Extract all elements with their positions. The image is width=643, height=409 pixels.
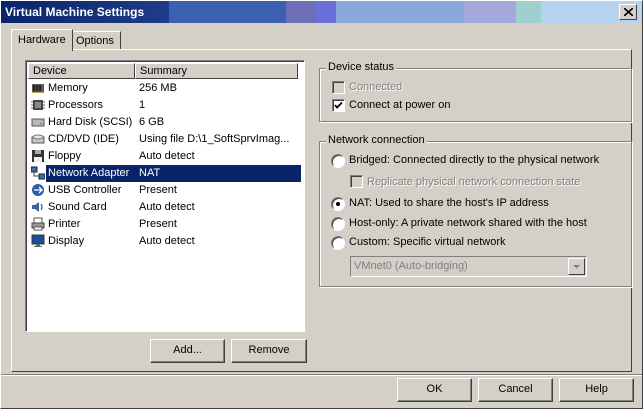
title-bar-strip (316, 1, 336, 23)
connect-at-power-on-label: Connect at power on (349, 99, 451, 111)
floppy-icon (32, 150, 44, 162)
device-name: Hard Disk (SCSI) (48, 116, 133, 128)
radio-custom[interactable] (331, 236, 345, 250)
device-summary: 6 GB (139, 116, 165, 128)
device-name: Memory (48, 82, 88, 94)
device-summary: Auto detect (139, 150, 195, 162)
tab-options[interactable]: Options (69, 31, 121, 50)
device-name: Processors (48, 99, 104, 111)
device-row-sound-card[interactable]: Sound Card Auto detect (28, 199, 300, 216)
device-summary: 1 (139, 99, 146, 111)
checkmark-icon (334, 101, 343, 109)
vm-settings-window: Virtual Machine Settings Hardware Option… (0, 0, 643, 409)
memory-icon (32, 84, 44, 93)
close-button[interactable] (619, 4, 637, 20)
add-device-button-label: Add... (173, 344, 202, 356)
network-connection-group: Network connection Bridged: Connected di… (319, 134, 632, 287)
title-bar-strip (286, 1, 316, 23)
connect-at-power-on-checkbox[interactable] (332, 99, 345, 112)
help-button[interactable]: Help (559, 378, 634, 402)
device-row-usb-controller[interactable]: USB Controller Present (28, 182, 300, 199)
radio-selected-dot (336, 202, 340, 206)
connected-label: Connected (349, 81, 403, 93)
close-icon (622, 7, 634, 17)
radio-host-only-label: Host-only: A private network shared with… (349, 217, 587, 229)
radio-bridged[interactable] (331, 154, 345, 168)
custom-network-select-value: VMnet0 (Auto-bridging) (354, 260, 468, 272)
radio-custom-label: Custom: Specific virtual network (349, 236, 506, 248)
replicate-state-checkbox[interactable] (350, 175, 363, 188)
device-row-floppy[interactable]: Floppy Auto detect (28, 148, 300, 165)
device-summary: Auto detect (139, 201, 195, 213)
device-name: USB Controller (48, 184, 122, 196)
tab-hardware[interactable]: Hardware (11, 29, 73, 51)
device-summary: Using file D:\1_SoftSprvImag... (139, 133, 290, 145)
device-row-cd-dvd[interactable]: CD/DVD (IDE) Using file D:\1_SoftSprvIma… (28, 131, 300, 148)
title-bar-strip (516, 1, 541, 23)
device-row-printer[interactable]: Printer Present (28, 216, 300, 233)
sound-card-icon (32, 202, 43, 212)
device-status-group: Device status Connected Connect at power… (319, 61, 632, 122)
device-name: Printer (48, 218, 81, 230)
device-list[interactable]: Device Summary Memory 256 MB Processors … (25, 60, 305, 332)
device-row-hard-disk[interactable]: Hard Disk (SCSI) 6 GB (28, 114, 300, 131)
add-device-button[interactable]: Add... (150, 339, 225, 363)
device-name: Floppy (48, 150, 82, 162)
printer-icon (31, 217, 45, 231)
cd-dvd-icon (31, 134, 45, 144)
network-adapter-icon (31, 166, 45, 180)
remove-device-button[interactable]: Remove (231, 339, 307, 363)
usb-icon (32, 184, 44, 196)
replicate-state-label: Replicate physical network connection st… (367, 176, 581, 188)
device-row-network-adapter[interactable]: Network Adapter NAT (28, 165, 301, 182)
device-summary: NAT (135, 165, 301, 182)
device-summary: Auto detect (139, 235, 195, 247)
custom-network-select[interactable]: VMnet0 (Auto-bridging) (350, 256, 587, 277)
connected-checkbox[interactable] (332, 81, 345, 94)
tab-hardware-label: Hardware (18, 34, 66, 46)
device-list-header: Device Summary (28, 63, 300, 79)
hard-disk-icon (31, 118, 45, 127)
device-row-processors[interactable]: Processors 1 (28, 97, 300, 114)
radio-bridged-label: Bridged: Connected directly to the physi… (349, 154, 600, 166)
ok-button[interactable]: OK (397, 378, 472, 402)
title-bar-strip (464, 1, 516, 23)
processor-icon (31, 100, 45, 110)
radio-nat[interactable] (331, 197, 345, 211)
title-bar[interactable]: Virtual Machine Settings (1, 1, 642, 23)
device-name: Network Adapter (46, 165, 139, 182)
display-icon (31, 234, 45, 247)
tab-options-label: Options (76, 35, 114, 47)
cancel-button-label: Cancel (498, 383, 533, 395)
device-name: CD/DVD (IDE) (48, 133, 119, 145)
chevron-down-icon (573, 265, 580, 269)
cancel-button[interactable]: Cancel (478, 378, 553, 402)
device-name: Display (48, 235, 85, 247)
window-title: Virtual Machine Settings (5, 5, 145, 19)
title-bar-strip (169, 1, 286, 23)
device-summary: Present (139, 218, 177, 230)
device-row-memory[interactable]: Memory 256 MB (28, 80, 300, 97)
column-header-summary[interactable]: Summary (135, 63, 298, 79)
ok-button-label: OK (426, 383, 443, 395)
device-row-display[interactable]: Display Auto detect (28, 233, 300, 250)
device-status-title: Device status (326, 61, 397, 73)
help-button-label: Help (585, 383, 608, 395)
column-header-summary-label: Summary (140, 65, 188, 77)
column-header-device[interactable]: Device (28, 63, 135, 79)
footer-separator (1, 374, 642, 376)
radio-nat-label: NAT: Used to share the host's IP address (349, 197, 549, 209)
title-bar-strip (336, 1, 464, 23)
remove-device-button-label: Remove (248, 344, 290, 356)
device-summary: 256 MB (139, 82, 177, 94)
dropdown-button[interactable] (568, 258, 585, 275)
device-name: Sound Card (48, 201, 107, 213)
column-header-device-label: Device (33, 65, 67, 77)
device-summary: Present (139, 184, 177, 196)
radio-host-only[interactable] (331, 217, 345, 231)
network-connection-title: Network connection (326, 134, 427, 146)
